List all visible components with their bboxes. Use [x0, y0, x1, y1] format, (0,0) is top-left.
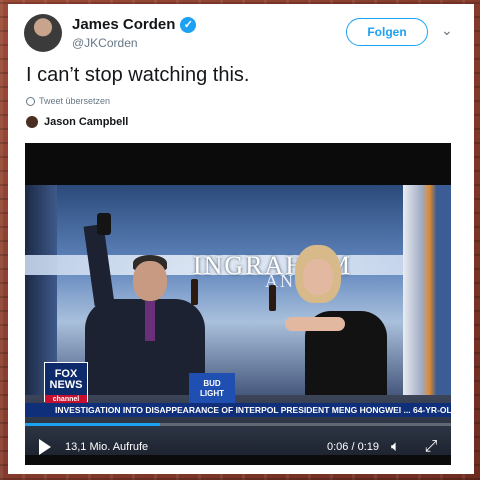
beer-bottle [269, 285, 276, 311]
video-progress-bar[interactable] [25, 423, 451, 426]
play-icon[interactable] [39, 439, 51, 455]
man-figure [75, 213, 205, 409]
author-handle[interactable]: @JKCorden [72, 36, 138, 50]
credited-user: Jason Campbell [44, 116, 129, 128]
verified-badge-icon: ✓ [180, 16, 197, 33]
woman-figure [269, 245, 395, 421]
author-name[interactable]: James Corden [72, 16, 175, 33]
video-credit[interactable]: Jason Campbell [26, 116, 128, 128]
follow-button[interactable]: Folgen [346, 18, 428, 46]
video-time: 0:06 / 0:19 [327, 441, 379, 453]
credit-avatar [26, 116, 38, 128]
globe-icon [26, 96, 35, 106]
studio-pillar-right [403, 185, 451, 413]
network-logo: FOX NEWS channel [44, 362, 88, 404]
tweet-text: I can’t stop watching this. [26, 64, 250, 86]
tweet-card: James Corden ✓ @JKCorden Folgen ⌄ I can’… [8, 4, 474, 474]
fullscreen-icon[interactable]: ⤢ [421, 437, 441, 457]
news-ticker: INVESTIGATION INTO DISAPPEARANCE OF INTE… [25, 403, 451, 417]
view-count: 13,1 Mio. Aufrufe [65, 441, 149, 453]
translate-tweet-link[interactable]: Tweet übersetzen [26, 96, 110, 106]
video-player[interactable]: INGRAHAM ANGLE BUD [25, 143, 451, 465]
video-frame: INGRAHAM ANGLE BUD [25, 185, 451, 455]
video-controls: 13,1 Mio. Aufrufe 0:06 / 0:19 🔈︎ ⤢ [25, 429, 451, 465]
phone [97, 213, 111, 235]
author-name-row[interactable]: James Corden ✓ [72, 16, 197, 33]
volume-icon[interactable]: 🔈︎ [391, 437, 413, 457]
beer-bottle [191, 279, 198, 305]
beer-pack: BUD LIGHT [189, 373, 235, 405]
translate-label: Tweet übersetzen [39, 96, 111, 106]
chevron-down-icon[interactable]: ⌄ [441, 22, 453, 39]
video-progress-fill [25, 423, 160, 426]
avatar[interactable] [24, 14, 62, 52]
